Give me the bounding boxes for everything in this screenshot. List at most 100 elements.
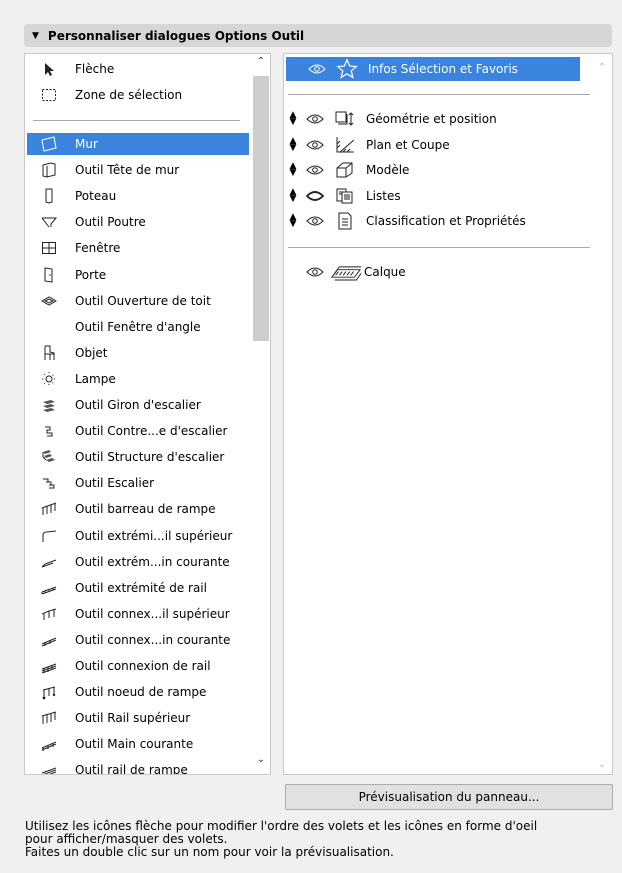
reorder-arrows-icon[interactable]: ▲ ▼: [288, 162, 298, 178]
tool-item[interactable]: Lampe: [25, 368, 249, 390]
tool-item-label: Objet: [75, 345, 108, 360]
toprail-connection-icon: [39, 605, 59, 623]
tool-item[interactable]: Flèche: [25, 58, 249, 80]
tool-item[interactable]: Outil connexion de rail: [25, 655, 249, 677]
tool-item-label: Outil Contre...e d'escalier: [75, 424, 228, 439]
list-separator: [33, 120, 240, 121]
reorder-arrows-icon[interactable]: ▲ ▼: [288, 187, 298, 203]
tool-item[interactable]: Outil Rail supérieur: [25, 707, 249, 729]
preview-panel-button[interactable]: Prévisualisation du panneau...: [285, 784, 613, 810]
marquee-icon: [39, 86, 59, 104]
tool-item[interactable]: Outil connex...il supérieur: [25, 603, 249, 625]
scroll-up-arrow-icon[interactable]: ⌃: [251, 56, 270, 74]
tool-item-label: Zone de sélection: [75, 88, 183, 102]
tool-item-label: Outil connexion de rail: [75, 659, 211, 673]
tool-item[interactable]: Outil extrém...in courante: [25, 551, 249, 573]
layers-icon: [330, 264, 362, 281]
tool-item[interactable]: Fenêtre: [25, 237, 249, 259]
tool-item[interactable]: Outil Fenêtre d'angle: [25, 316, 249, 338]
eye-open-icon[interactable]: [304, 215, 326, 227]
panel-item[interactable]: ▲ ▼ Plan et Coupe: [284, 133, 594, 157]
tool-item-label: Outil Ouverture de toit: [75, 293, 211, 308]
eye-open-icon[interactable]: [304, 266, 326, 278]
eye-open-icon[interactable]: [304, 113, 326, 125]
panel-item[interactable]: ▲ ▼ Listes: [284, 184, 594, 208]
tool-item[interactable]: Outil extrémi...il supérieur: [25, 525, 249, 547]
panel-item[interactable]: Infos Sélection et Favoris: [286, 57, 580, 81]
top-rail-icon: [39, 709, 59, 727]
tool-item[interactable]: Outil Escalier: [25, 472, 249, 494]
tool-item-label: Outil Poutre: [75, 215, 146, 230]
tool-item[interactable]: Outil Structure d'escalier: [25, 446, 249, 468]
reorder-arrows-icon[interactable]: ▲ ▼: [288, 213, 298, 229]
tool-item[interactable]: Objet: [25, 342, 249, 364]
tool-item-label: Poteau: [75, 189, 117, 204]
panel-item[interactable]: ▲ ▼ Classification et Propriétés: [284, 209, 594, 233]
help-line: Faites un double clic sur un nom pour vo…: [25, 845, 394, 859]
tool-item[interactable]: Mur: [27, 133, 249, 155]
tool-item[interactable]: Outil Main courante: [25, 733, 249, 755]
railing-node-icon: [39, 683, 59, 701]
scroll-down-arrow-icon[interactable]: ⌄: [251, 754, 270, 772]
panel-item[interactable]: ▲ ▼ Modèle: [284, 158, 594, 182]
blank-icon: [39, 318, 59, 336]
panel-item-label: Infos Sélection et Favoris: [368, 62, 518, 76]
column-icon: [39, 187, 59, 205]
tool-item[interactable]: Zone de sélection: [25, 84, 249, 106]
section-header[interactable]: ▼ Personnaliser dialogues Options Outil: [24, 24, 612, 47]
tool-list-scrollbar[interactable]: ⌃ ⌄: [251, 54, 270, 774]
tool-item-label: Outil extrém...in courante: [75, 554, 230, 569]
tool-item-label: Outil Giron d'escalier: [75, 398, 201, 412]
tool-item-label: Outil Rail supérieur: [75, 711, 191, 726]
tool-item-label: Outil connex...il supérieur: [75, 606, 230, 621]
rail-connection-icon: [39, 657, 59, 675]
reorder-arrows-icon[interactable]: ▲ ▼: [288, 136, 298, 152]
stair-riser-icon: [39, 422, 59, 440]
stair-tread-icon: [39, 396, 59, 414]
tool-item-label: Outil Fenêtre d'angle: [75, 319, 201, 334]
tool-item[interactable]: Outil barreau de rampe: [25, 498, 249, 520]
tool-item[interactable]: Outil rail de rampe: [25, 759, 249, 775]
tool-item[interactable]: Outil Contre...e d'escalier: [25, 420, 249, 442]
tool-item[interactable]: Outil Giron d'escalier: [25, 394, 249, 416]
eye-open-icon[interactable]: [304, 164, 326, 176]
geometry-icon: [334, 110, 356, 128]
tool-item-label: Outil rail de rampe: [75, 763, 188, 775]
beam-icon: [39, 213, 59, 231]
eye-open-icon[interactable]: [304, 139, 326, 151]
tool-item[interactable]: Outil connex...in courante: [25, 629, 249, 651]
eye-open-icon[interactable]: [306, 63, 328, 75]
rail-icon: [39, 761, 59, 774]
classification-icon: [334, 212, 356, 230]
panel-item-label: Listes: [366, 188, 401, 203]
panel-item[interactable]: ▲ ▼ Géométrie et position: [284, 107, 594, 131]
tool-item-label: Outil Main courante: [75, 737, 194, 752]
handrail-connection-icon: [39, 631, 59, 649]
tool-item[interactable]: Outil noeud de rampe: [25, 681, 249, 703]
help-text: Utilisez les icônes flèche pour modifier…: [25, 820, 615, 859]
tool-item[interactable]: Outil Poutre: [25, 211, 249, 233]
panel-item[interactable]: Calque: [284, 260, 594, 284]
panel-list[interactable]: Infos Sélection et Favoris ▲ ▼ Géométrie et…: [283, 53, 613, 775]
wall-end-icon: [39, 161, 59, 179]
tool-item[interactable]: Porte: [25, 264, 249, 286]
reorder-arrows-icon[interactable]: ▲ ▼: [288, 111, 298, 127]
scroll-down-arrow-icon: ⌄: [597, 759, 607, 770]
panel-separator: [288, 94, 590, 95]
railing-end-icon: [39, 527, 59, 545]
tool-item[interactable]: Outil Tête de mur: [25, 159, 249, 181]
tool-item-label: Outil noeud de rampe: [75, 685, 207, 700]
panel-item-label: Calque: [364, 265, 406, 279]
scroll-thumb[interactable]: [253, 76, 269, 341]
tool-list[interactable]: Flèche Zone de sélection Mur Outil Tête de …: [24, 53, 271, 775]
tool-item[interactable]: Outil Ouverture de toit: [25, 290, 249, 312]
wall-icon: [39, 135, 59, 153]
panel-item-label: Modèle: [366, 163, 410, 177]
eye-closed-icon[interactable]: [304, 190, 326, 202]
tool-item[interactable]: Poteau: [25, 185, 249, 207]
collapse-triangle-icon[interactable]: ▼: [32, 31, 39, 41]
tool-item[interactable]: Outil extrémité de rail: [25, 577, 249, 599]
panel-item-label: Plan et Coupe: [366, 137, 450, 152]
listing-icon: [334, 187, 356, 205]
stair-structure-icon: [39, 448, 59, 466]
